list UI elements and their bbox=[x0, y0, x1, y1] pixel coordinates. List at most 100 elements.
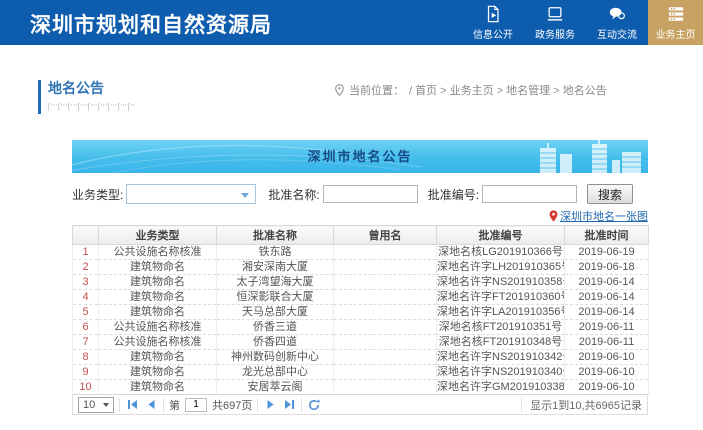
page-size-value: 10 bbox=[83, 399, 95, 411]
page-number-input[interactable] bbox=[185, 398, 207, 412]
last-page-icon bbox=[284, 399, 295, 410]
cell-former bbox=[334, 305, 437, 320]
header-nav: 信息公开 政务服务 互动交流 bbox=[462, 0, 648, 45]
cell-name: 天马总部大厦 bbox=[217, 305, 334, 320]
cell-date: 2019-06-14 bbox=[565, 305, 649, 320]
cell-type: 建筑物命名 bbox=[99, 275, 217, 290]
cell-name: 侨香四道 bbox=[217, 335, 334, 350]
row-index: 4 bbox=[73, 290, 99, 305]
header-bar: 深圳市规划和自然资源局 信息公开 政务服务 bbox=[0, 0, 703, 45]
nav-label: 互动交流 bbox=[597, 26, 637, 41]
cell-type: 公共设施名称核准 bbox=[99, 245, 217, 260]
document-icon bbox=[483, 5, 503, 23]
col-header-type[interactable]: 业务类型 bbox=[99, 226, 217, 245]
location-pin-icon bbox=[335, 84, 344, 96]
cell-name: 龙光总部中心 bbox=[217, 365, 334, 380]
col-header-former[interactable]: 曾用名 bbox=[334, 226, 437, 245]
prev-page-icon bbox=[146, 399, 157, 410]
table-row[interactable]: 2建筑物命名湘安深南大厦深地名许字LH201910365号2019-06-18 bbox=[73, 260, 649, 275]
record-count-status: 显示1到10,共6965记录 bbox=[521, 397, 642, 413]
nav-item-gov-services[interactable]: 政务服务 bbox=[524, 0, 586, 45]
cell-code: 深地名许字NS201910342号 bbox=[437, 350, 565, 365]
approval-number-input[interactable] bbox=[482, 185, 577, 203]
cell-former bbox=[334, 260, 437, 275]
table-row[interactable]: 1公共设施名称核准铁东路深地名核LG201910366号2019-06-19 bbox=[73, 245, 649, 260]
cell-code: 深地名核LG201910366号 bbox=[437, 245, 565, 260]
col-header-index bbox=[73, 226, 99, 245]
table-row[interactable]: 3建筑物命名太子湾望海大厦深地名许字NS201910358号2019-06-14 bbox=[73, 275, 649, 290]
nav-item-interaction[interactable]: 互动交流 bbox=[586, 0, 648, 45]
approval-number-label: 批准编号: bbox=[428, 186, 479, 203]
cell-date: 2019-06-14 bbox=[565, 290, 649, 305]
col-header-name[interactable]: 批准名称 bbox=[217, 226, 334, 245]
filter-bar: 业务类型: 批准名称: 批准编号: 搜索 bbox=[72, 183, 648, 205]
col-header-code[interactable]: 批准编号 bbox=[437, 226, 565, 245]
last-page-button[interactable] bbox=[282, 397, 296, 413]
total-pages-label: 共697页 bbox=[212, 397, 252, 413]
approved-name-input[interactable] bbox=[323, 185, 418, 203]
page: 深圳市规划和自然资源局 信息公开 政务服务 bbox=[0, 0, 703, 430]
row-index: 10 bbox=[73, 380, 99, 395]
cell-date: 2019-06-10 bbox=[565, 380, 649, 395]
table-row[interactable]: 6公共设施名称核准侨香三道深地名核FT201910351号2019-06-11 bbox=[73, 320, 649, 335]
table-row[interactable]: 4建筑物命名恒深影联合大厦深地名许字FT201910360号2019-06-14 bbox=[73, 290, 649, 305]
search-button[interactable]: 搜索 bbox=[587, 184, 633, 204]
first-page-button[interactable] bbox=[125, 397, 139, 413]
table-row[interactable]: 8建筑物命名神州数码创新中心深地名许字NS201910342号2019-06-1… bbox=[73, 350, 649, 365]
cell-former bbox=[334, 320, 437, 335]
breadcrumb-path[interactable]: / 首页 > 业务主页 > 地名管理 > 地名公告 bbox=[409, 82, 607, 98]
nav-label: 信息公开 bbox=[473, 26, 513, 41]
business-type-select[interactable] bbox=[126, 184, 256, 204]
cell-name: 太子湾望海大厦 bbox=[217, 275, 334, 290]
section-head: 地名公告 ['''['''['''['''['''['''['''['''['' bbox=[38, 78, 135, 111]
cell-former bbox=[334, 275, 437, 290]
table-row[interactable]: 9建筑物命名龙光总部中心深地名许字NS201910340号2019-06-10 bbox=[73, 365, 649, 380]
cell-name: 侨香三道 bbox=[217, 320, 334, 335]
cell-code: 深地名许字NS201910340号 bbox=[437, 365, 565, 380]
next-page-icon bbox=[265, 399, 276, 410]
row-index: 9 bbox=[73, 365, 99, 380]
first-page-icon bbox=[127, 399, 138, 410]
cell-former bbox=[334, 350, 437, 365]
nav-label: 业务主页 bbox=[656, 26, 696, 41]
nav-label: 政务服务 bbox=[535, 26, 575, 41]
next-page-button[interactable] bbox=[263, 397, 277, 413]
cell-code: 深地名许字NS201910358号 bbox=[437, 275, 565, 290]
map-pin-icon bbox=[549, 210, 558, 222]
site-title: 深圳市规划和自然资源局 bbox=[30, 9, 272, 39]
page-prefix-label: 第 bbox=[169, 397, 180, 413]
pager-divider bbox=[119, 398, 120, 412]
row-index: 1 bbox=[73, 245, 99, 260]
col-header-date[interactable]: 批准时间 bbox=[565, 226, 649, 245]
banner: 深圳市地名公告 bbox=[72, 140, 648, 173]
nav-item-business-home[interactable]: 业务主页 bbox=[648, 0, 703, 45]
row-index: 3 bbox=[73, 275, 99, 290]
table-row[interactable]: 10建筑物命名安居萃云阁深地名许字GM201910338号2019-06-10 bbox=[73, 380, 649, 395]
cell-code: 深地名核FT201910348号 bbox=[437, 335, 565, 350]
nav-item-info-disclosure[interactable]: 信息公开 bbox=[462, 0, 524, 45]
pager-divider bbox=[301, 398, 302, 412]
prev-page-button[interactable] bbox=[144, 397, 158, 413]
cell-date: 2019-06-11 bbox=[565, 320, 649, 335]
business-type-label: 业务类型: bbox=[72, 186, 123, 203]
section-accent-bar bbox=[38, 80, 41, 114]
pagination-bar: 10 第 共697页 bbox=[72, 395, 648, 415]
cell-name: 铁东路 bbox=[217, 245, 334, 260]
placename-map-link[interactable]: 深圳市地名一张图 bbox=[549, 208, 648, 224]
table-header-row: 业务类型 批准名称 曾用名 批准编号 批准时间 bbox=[73, 226, 649, 245]
table-row[interactable]: 5建筑物命名天马总部大厦深地名许字LA201910356号2019-06-14 bbox=[73, 305, 649, 320]
row-index: 8 bbox=[73, 350, 99, 365]
announcement-table: 业务类型 批准名称 曾用名 批准编号 批准时间 1公共设施名称核准铁东路深地名核… bbox=[72, 225, 649, 395]
map-link-row: 深圳市地名一张图 bbox=[72, 208, 648, 223]
cell-date: 2019-06-10 bbox=[565, 350, 649, 365]
page-size-select[interactable]: 10 bbox=[78, 397, 114, 413]
cell-name: 恒深影联合大厦 bbox=[217, 290, 334, 305]
cell-code: 深地名核FT201910351号 bbox=[437, 320, 565, 335]
pager-divider bbox=[257, 398, 258, 412]
cell-code: 深地名许字GM201910338号 bbox=[437, 380, 565, 395]
table-row[interactable]: 7公共设施名称核准侨香四道深地名核FT201910348号2019-06-11 bbox=[73, 335, 649, 350]
refresh-button[interactable] bbox=[307, 397, 321, 413]
chevron-down-icon bbox=[103, 403, 109, 407]
cell-name: 神州数码创新中心 bbox=[217, 350, 334, 365]
row-index: 6 bbox=[73, 320, 99, 335]
